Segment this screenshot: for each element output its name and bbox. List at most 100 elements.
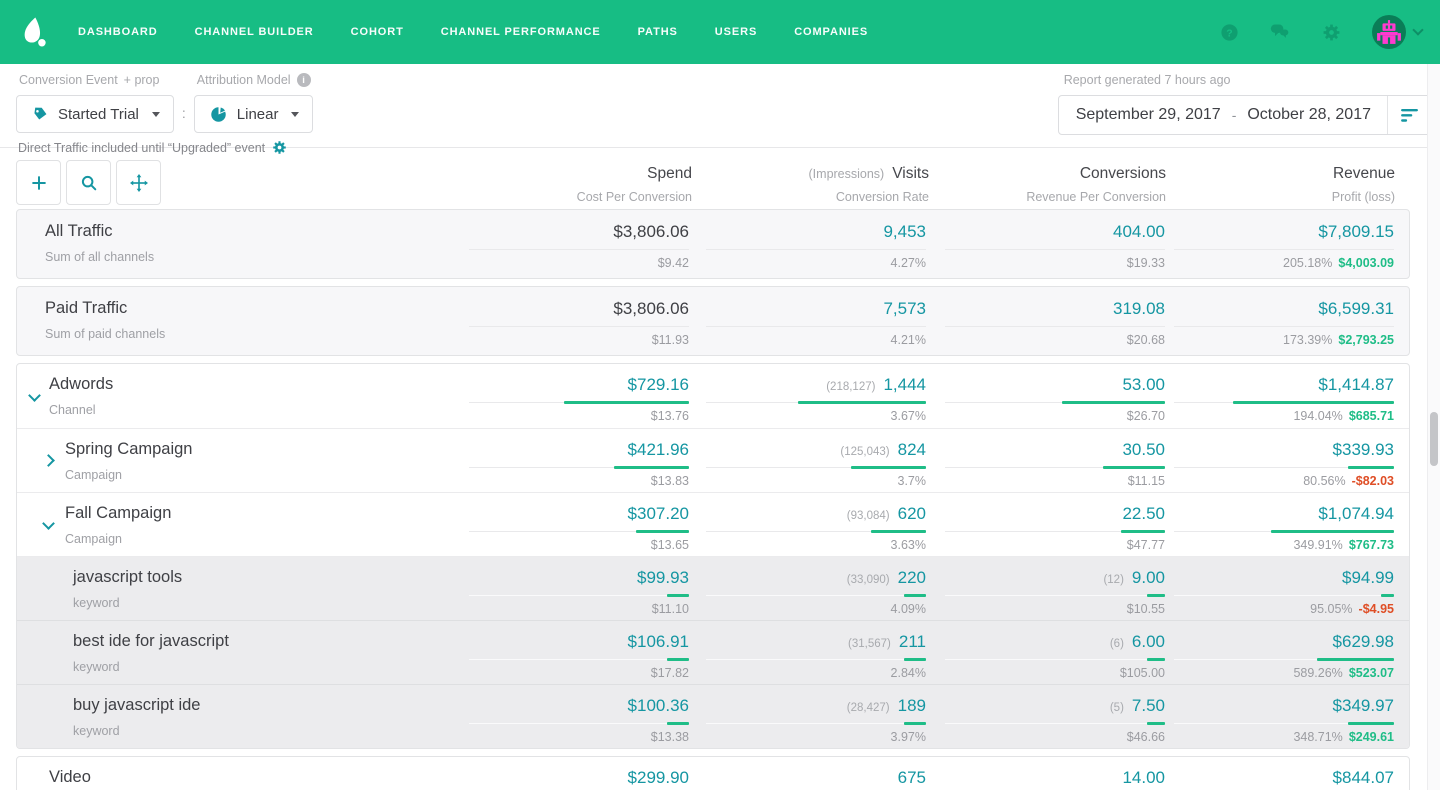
attribution-model-label: Attribution Model i	[197, 73, 314, 87]
value-bar	[1174, 594, 1394, 597]
gear-icon[interactable]	[1321, 22, 1341, 42]
scrollbar[interactable]	[1427, 64, 1440, 790]
table-row[interactable]: Paid Traffic Sum of paid channels $3,806…	[17, 287, 1409, 355]
info-icon[interactable]: i	[297, 73, 311, 87]
date-end: October 28, 2017	[1247, 106, 1371, 124]
revenue-cell: $7,809.15 205.18%$4,003.09	[1165, 210, 1409, 278]
value-bar	[706, 466, 926, 469]
cell-subvalue: $17.82	[651, 666, 689, 680]
cell-subvalue: $9.42	[658, 256, 689, 270]
app-logo-icon[interactable]	[18, 15, 48, 49]
nav-item-channel-performance[interactable]: CHANNEL PERFORMANCE	[441, 26, 601, 38]
nav-item-paths[interactable]: PATHS	[638, 26, 678, 38]
table-row[interactable]: Fall Campaign Campaign $307.20 $13.65 (9…	[17, 492, 1409, 556]
nav-item-companies[interactable]: COMPANIES	[794, 26, 868, 38]
filter-options-icon[interactable]	[1388, 108, 1431, 123]
value-bar-fill	[1348, 722, 1394, 725]
cell-subvalue: $19.33	[1127, 256, 1165, 270]
toolbar	[16, 160, 161, 205]
table-row[interactable]: Video Channel $299.90 675 14.00 $844.07	[17, 757, 1409, 790]
revenue-cell: $844.07	[1165, 757, 1409, 790]
conversion-event-label-text: Conversion Event	[19, 73, 118, 87]
settings-gear-icon[interactable]	[272, 140, 287, 155]
add-prop-link[interactable]: + prop	[124, 73, 160, 87]
table-row[interactable]: best ide for javascript keyword $106.91 …	[17, 620, 1409, 684]
cell-value: $299.90	[628, 768, 689, 788]
conversions-cell: 22.50 $47.77	[926, 493, 1165, 556]
move-button[interactable]	[116, 160, 161, 205]
spend-cell: $100.36 $13.38	[452, 685, 689, 748]
cell-prefix: (33,090)	[847, 574, 890, 586]
filter-right: Report generated 7 hours ago September 2…	[1058, 73, 1432, 135]
scrollbar-thumb[interactable]	[1430, 412, 1438, 466]
value-bar	[706, 658, 926, 661]
cell-value: $7,809.15	[1318, 222, 1394, 242]
value-bar	[706, 401, 926, 404]
table-row[interactable]: buy javascript ide keyword $100.36 $13.3…	[17, 684, 1409, 748]
value-bar	[1174, 248, 1394, 251]
value-bar	[469, 594, 689, 597]
spend-cell: $729.16 $13.76	[452, 364, 689, 428]
cell-prefix: (125,043)	[840, 446, 889, 458]
table-row[interactable]: Spring Campaign Campaign $421.96 $13.83 …	[17, 428, 1409, 492]
row-label-area: buy javascript ide keyword	[17, 685, 452, 748]
table-row[interactable]: Adwords Channel $729.16 $13.76 (218,127)…	[17, 364, 1409, 428]
cell-value: 211	[899, 632, 926, 652]
conversions-cell: 14.00	[926, 757, 1165, 790]
table-header: SpendCost Per Conversion(Impressions)Vis…	[16, 148, 1410, 205]
cell-subvalue: 3.7%	[898, 474, 927, 488]
revenue-cell: $1,074.94 349.91%$767.73	[1165, 493, 1409, 556]
cell-subvalue: $11.10	[652, 602, 689, 616]
cell-value: 14.00	[1122, 768, 1165, 788]
value-bar	[469, 530, 689, 533]
nav-item-channel-builder[interactable]: CHANNEL BUILDER	[195, 26, 314, 38]
chevron-right-icon[interactable]	[42, 454, 55, 467]
spend-cell: $299.90	[452, 757, 689, 790]
attribution-model-select[interactable]: Linear	[194, 95, 314, 133]
value-bar-fill	[904, 722, 926, 725]
visits-cell: (33,090)220 4.09%	[689, 557, 926, 620]
cell-subvalue: $47.77	[1127, 538, 1165, 552]
value-bar	[945, 248, 1165, 251]
chat-icon[interactable]	[1270, 22, 1290, 42]
nav-item-cohort[interactable]: COHORT	[351, 26, 404, 38]
visits-cell: (28,427)189 3.97%	[689, 685, 926, 748]
nav-item-dashboard[interactable]: DASHBOARD	[78, 26, 158, 38]
chevron-down-icon[interactable]	[42, 517, 55, 530]
table-row[interactable]: All Traffic Sum of all channels $3,806.0…	[17, 210, 1409, 278]
row-card: All Traffic Sum of all channels $3,806.0…	[16, 209, 1410, 279]
table-row[interactable]: javascript tools keyword $99.93 $11.10 (…	[17, 556, 1409, 620]
value-bar	[1174, 401, 1394, 404]
value-bar-fill	[871, 530, 926, 533]
row-label-area: Fall Campaign Campaign	[17, 493, 452, 556]
chevron-down-icon[interactable]	[1412, 24, 1423, 35]
cell-value: $1,074.94	[1318, 504, 1394, 524]
cell-value: 30.50	[1122, 440, 1165, 460]
value-bar	[706, 325, 926, 328]
help-icon[interactable]: ?	[1219, 22, 1239, 42]
avatar[interactable]	[1372, 15, 1406, 49]
spend-cell: $307.20 $13.65	[452, 493, 689, 556]
search-button[interactable]	[66, 160, 111, 205]
cell-subvalue: 4.27%	[891, 256, 926, 270]
add-button[interactable]	[16, 160, 61, 205]
row-card: Adwords Channel $729.16 $13.76 (218,127)…	[16, 363, 1410, 749]
value-bar	[1174, 658, 1394, 661]
value-bar	[1174, 325, 1394, 328]
move-icon	[130, 174, 148, 192]
top-nav: DASHBOARD CHANNEL BUILDER COHORT CHANNEL PE…	[0, 0, 1440, 64]
conversions-cell: 30.50 $11.15	[926, 429, 1165, 492]
date-range-picker[interactable]: September 29, 2017 - October 28, 2017	[1058, 95, 1432, 135]
cell-value: $94.99	[1342, 568, 1394, 588]
column-header-spend: SpendCost Per Conversion	[455, 160, 692, 205]
row-title: best ide for javascript	[73, 632, 229, 651]
conversion-event-select[interactable]: Started Trial	[16, 95, 174, 133]
nav-item-users[interactable]: USERS	[715, 26, 757, 38]
chevron-down-icon[interactable]	[28, 389, 41, 402]
value-bar-fill	[1233, 401, 1394, 404]
cell-value: $729.16	[628, 375, 689, 395]
account-menu[interactable]	[1372, 15, 1422, 49]
column-header-revenue: RevenueProfit (loss)	[1166, 160, 1410, 205]
cell-value: 620	[898, 504, 926, 524]
cell-value: 675	[898, 768, 926, 788]
